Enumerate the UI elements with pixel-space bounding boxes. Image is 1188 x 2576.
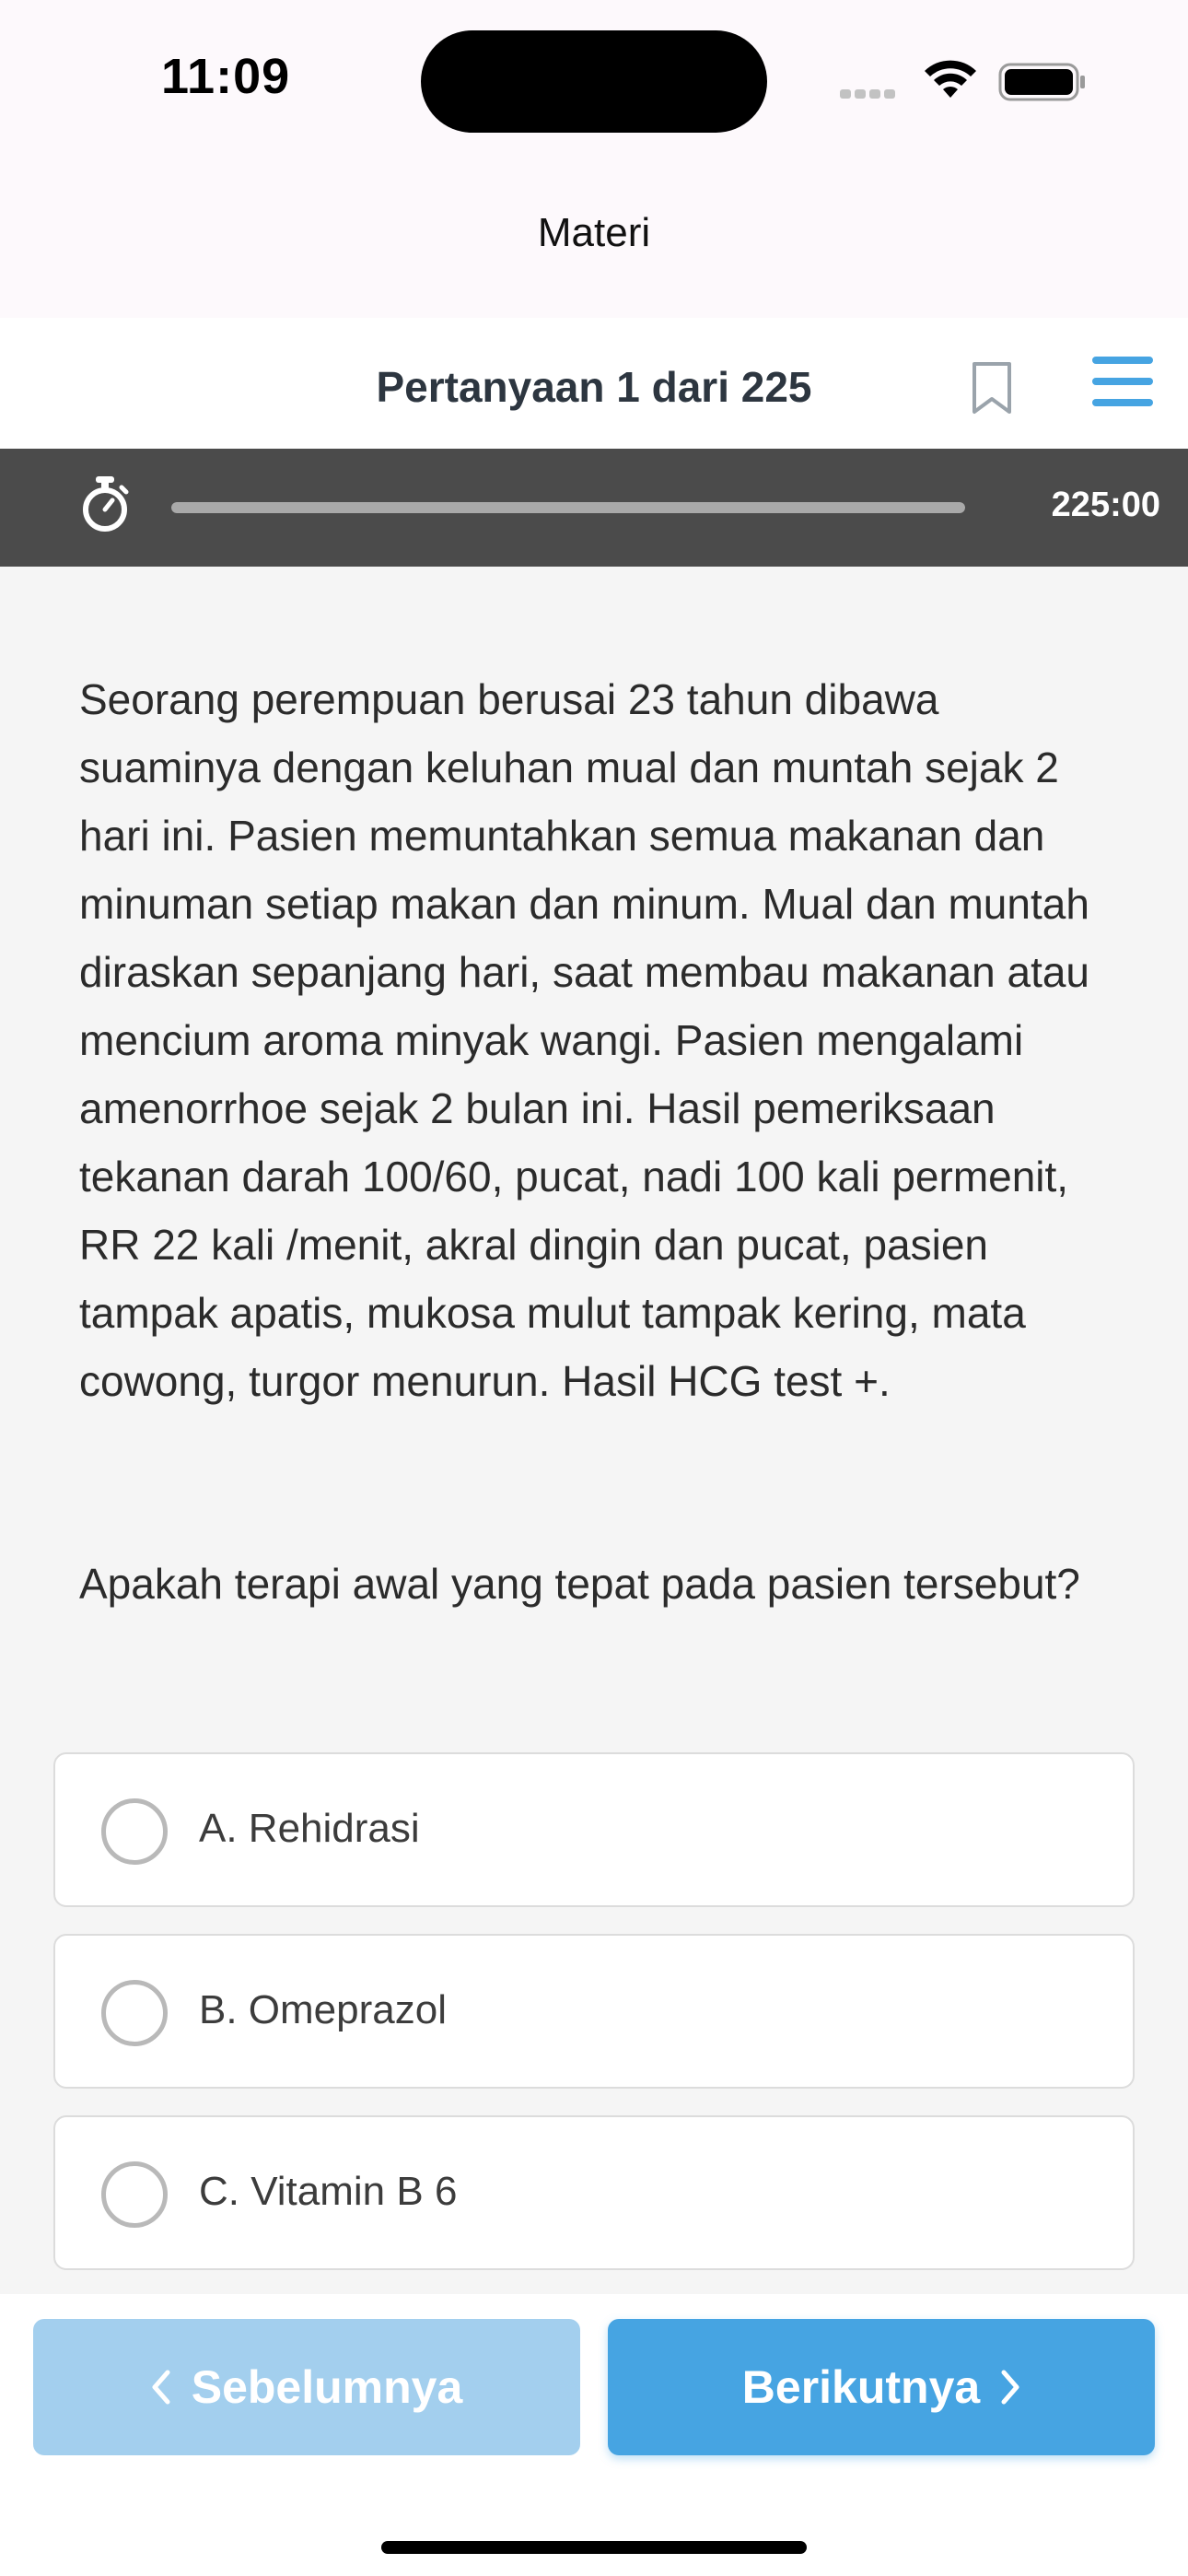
timer-progress-fill — [171, 502, 965, 513]
question-header: Pertanyaan 1 dari 225 — [0, 318, 1188, 449]
home-indicator — [381, 2541, 807, 2554]
top-area: 11:09 Materi — [0, 0, 1188, 318]
option-label: A. Rehidrasi — [199, 1806, 420, 1851]
radio-button[interactable] — [101, 2161, 168, 2228]
dynamic-island — [421, 30, 767, 133]
menu-icon[interactable] — [1090, 355, 1155, 408]
chevron-left-icon — [152, 2370, 170, 2405]
timer-progress-track — [171, 502, 965, 513]
status-indicators — [840, 57, 1089, 105]
next-button[interactable]: Berikutnya — [608, 2319, 1155, 2455]
previous-button-label: Sebelumnya — [191, 2361, 463, 2413]
bookmark-icon[interactable] — [971, 360, 1013, 416]
previous-button[interactable]: Sebelumnya — [33, 2319, 580, 2455]
timer-bar: 225:00 — [0, 449, 1188, 567]
radio-button[interactable] — [101, 1980, 168, 2046]
cellular-signal-icon — [840, 87, 899, 103]
nav-title: Materi — [537, 210, 651, 255]
stopwatch-icon — [83, 476, 129, 532]
question-text: Seorang perempuan berusai 23 tahun dibaw… — [79, 675, 1090, 1405]
status-time: 11:09 — [161, 49, 291, 104]
next-button-label: Berikutnya — [741, 2361, 981, 2413]
option-label: C. Vitamin B 6 — [199, 2169, 458, 2214]
option-label: B. Omeprazol — [199, 1987, 447, 2032]
battery-icon — [998, 63, 1085, 101]
option-b[interactable]: B. Omeprazol — [53, 1934, 1135, 2089]
timer-text: 225:00 — [1051, 486, 1160, 524]
option-c[interactable]: C. Vitamin B 6 — [53, 2115, 1135, 2270]
bottom-bar: Sebelumnya Berikutnya — [0, 2294, 1188, 2576]
question-prompt: Apakah terapi awal yang tepat pada pasie… — [79, 1560, 1080, 1608]
option-a[interactable]: A. Rehidrasi — [53, 1752, 1135, 1907]
radio-button[interactable] — [101, 1798, 168, 1865]
wifi-icon — [925, 60, 976, 98]
chevron-right-icon — [1001, 2370, 1019, 2405]
